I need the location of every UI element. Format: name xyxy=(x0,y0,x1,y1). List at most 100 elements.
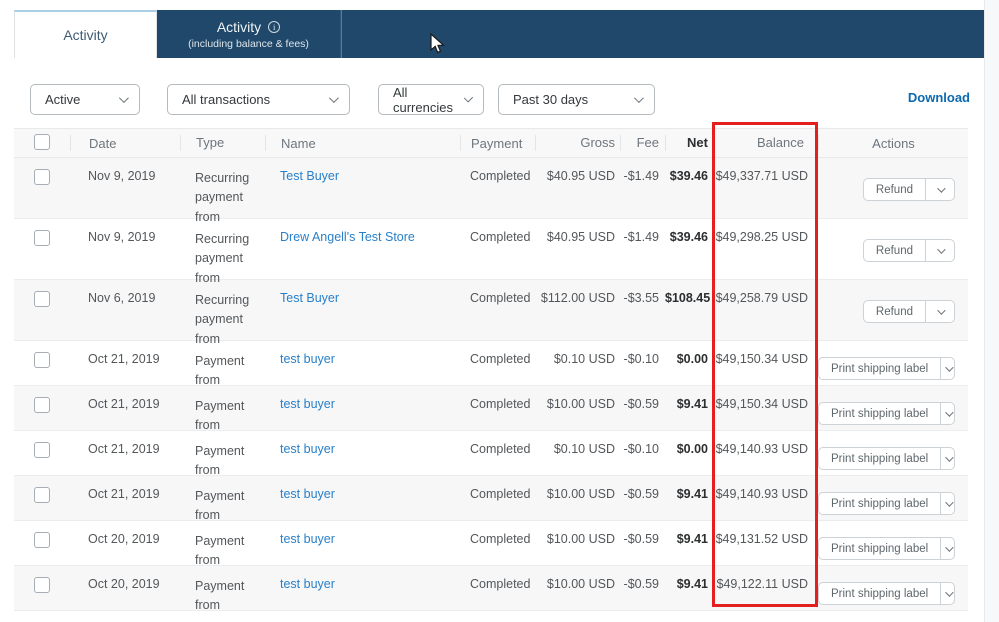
transaction-type: Payment from xyxy=(195,489,245,523)
transaction-name-cell: test buyer xyxy=(265,386,460,430)
download-link[interactable]: Download xyxy=(908,90,970,105)
page-gutter xyxy=(984,0,999,622)
row-checkbox[interactable] xyxy=(34,532,50,548)
action-button-label[interactable]: Refund xyxy=(864,240,925,261)
action-button-label[interactable]: Print shipping label xyxy=(819,358,940,379)
action-button[interactable]: Print shipping label xyxy=(818,357,955,380)
chevron-down-icon[interactable] xyxy=(925,301,954,322)
fee-amount: -$0.59 xyxy=(623,577,659,591)
tab-label-row: Activity i xyxy=(216,18,281,35)
action-button-label[interactable]: Print shipping label xyxy=(819,538,940,559)
chevron-down-icon[interactable] xyxy=(925,240,954,261)
transaction-name-link[interactable]: test buyer xyxy=(280,442,335,456)
chevron-down-icon[interactable] xyxy=(925,179,954,200)
action-button[interactable]: Refund xyxy=(862,178,955,201)
action-button[interactable]: Print shipping label xyxy=(818,537,955,560)
row-checkbox[interactable] xyxy=(34,577,50,593)
status-filter-dropdown[interactable]: Active xyxy=(30,84,140,115)
action-button-label[interactable]: Print shipping label xyxy=(819,448,940,469)
action-button-label[interactable]: Print shipping label xyxy=(819,493,940,514)
transaction-date: Oct 21, 2019 xyxy=(88,442,160,456)
tab-activity-including-balance-fees[interactable]: Activity i (including balance & fees) xyxy=(157,10,341,58)
transaction-name-link[interactable]: Test Buyer xyxy=(280,169,339,183)
payment-status: Completed xyxy=(470,352,531,366)
header-actions: Actions xyxy=(818,135,968,151)
chevron-down-icon[interactable] xyxy=(940,583,954,604)
action-button-label[interactable]: Refund xyxy=(864,301,925,322)
fee-amount: -$1.49 xyxy=(623,230,659,244)
table-header-row: Date Type Name Payment Gross Fee Net Bal… xyxy=(14,128,968,158)
chevron-down-icon[interactable] xyxy=(940,403,954,424)
gross-amount: $0.10 USD xyxy=(553,442,615,456)
actions-cell: Refund xyxy=(818,219,968,279)
balance-amount: $49,122.11 USD xyxy=(716,577,809,591)
chevron-down-icon[interactable] xyxy=(940,358,954,379)
action-button[interactable]: Print shipping label xyxy=(818,402,955,425)
payment-status: Completed xyxy=(470,169,531,183)
balance-amount: $49,150.34 USD xyxy=(715,397,808,411)
fee-amount: -$0.10 xyxy=(623,352,659,366)
chevron-down-icon[interactable] xyxy=(940,493,954,514)
gross-amount: $40.95 USD xyxy=(546,230,615,244)
transaction-name-link[interactable]: test buyer xyxy=(280,577,335,591)
tab-activity[interactable]: Activity xyxy=(14,10,157,58)
transaction-name-link[interactable]: test buyer xyxy=(280,487,335,501)
currency-filter-dropdown[interactable]: All currencies xyxy=(378,84,484,115)
row-checkbox[interactable] xyxy=(34,397,50,413)
net-amount: $9.41 xyxy=(676,577,708,591)
transaction-name-cell: Drew Angell's Test Store xyxy=(265,219,460,279)
dropdown-value: All currencies xyxy=(393,84,453,115)
transaction-date: Oct 20, 2019 xyxy=(88,532,160,546)
actions-cell: Print shipping label xyxy=(818,341,968,385)
transaction-name-cell: Test Buyer xyxy=(265,158,460,218)
tab-activity2-sublabel: (including balance & fees) xyxy=(188,37,309,50)
transaction-row: Oct 20, 2019 Payment from test buyer Com… xyxy=(14,521,968,568)
row-checkbox[interactable] xyxy=(34,230,50,246)
action-button-label[interactable]: Print shipping label xyxy=(819,583,940,604)
row-checkbox[interactable] xyxy=(34,169,50,185)
actions-cell: Print shipping label xyxy=(818,521,968,565)
action-button[interactable]: Print shipping label xyxy=(818,582,955,605)
row-checkbox-cell xyxy=(14,386,70,430)
action-button[interactable]: Refund xyxy=(862,239,955,262)
action-button[interactable]: Refund xyxy=(862,300,955,323)
chevron-down-icon[interactable] xyxy=(940,448,954,469)
payment-status: Completed xyxy=(470,397,531,411)
date-range-filter-dropdown[interactable]: Past 30 days xyxy=(498,84,655,115)
transaction-type: Recurring payment from xyxy=(195,171,250,224)
transaction-name-link[interactable]: test buyer xyxy=(280,397,335,411)
payment-status: Completed xyxy=(470,532,531,546)
transaction-type: Payment from xyxy=(195,534,245,568)
row-checkbox[interactable] xyxy=(34,487,50,503)
select-all-checkbox[interactable] xyxy=(34,133,50,150)
transaction-name-cell: test buyer xyxy=(265,341,460,385)
header-checkbox-cell xyxy=(14,133,70,153)
transaction-date: Oct 21, 2019 xyxy=(88,397,160,411)
action-button[interactable]: Print shipping label xyxy=(818,492,955,515)
payment-status: Completed xyxy=(470,442,531,456)
fee-amount: -$0.59 xyxy=(623,397,659,411)
transaction-type-filter-dropdown[interactable]: All transactions xyxy=(167,84,350,115)
chevron-down-icon[interactable] xyxy=(940,538,954,559)
row-checkbox[interactable] xyxy=(34,291,50,307)
row-checkbox[interactable] xyxy=(34,352,50,368)
transaction-name-link[interactable]: test buyer xyxy=(280,352,335,366)
payment-status: Completed xyxy=(470,230,531,244)
actions-cell: Print shipping label xyxy=(818,431,968,475)
transaction-name-cell: Test Buyer xyxy=(265,280,460,340)
transaction-name-link[interactable]: Drew Angell's Test Store xyxy=(280,230,415,244)
transaction-name-link[interactable]: test buyer xyxy=(280,532,335,546)
action-button-label[interactable]: Print shipping label xyxy=(819,403,940,424)
tab-activity2-label: Activity xyxy=(216,18,262,35)
action-button[interactable]: Print shipping label xyxy=(818,447,955,470)
transaction-name-link[interactable]: Test Buyer xyxy=(280,291,339,305)
row-checkbox-cell xyxy=(14,521,70,565)
header-gross: Gross xyxy=(535,135,620,151)
row-checkbox[interactable] xyxy=(34,442,50,458)
transaction-type: Payment from xyxy=(195,579,245,613)
fee-amount: -$0.59 xyxy=(623,532,659,546)
gross-amount: $10.00 USD xyxy=(546,532,615,546)
action-button-label[interactable]: Refund xyxy=(864,179,925,200)
dropdown-value: Active xyxy=(45,92,81,107)
net-amount: $9.41 xyxy=(676,397,708,411)
